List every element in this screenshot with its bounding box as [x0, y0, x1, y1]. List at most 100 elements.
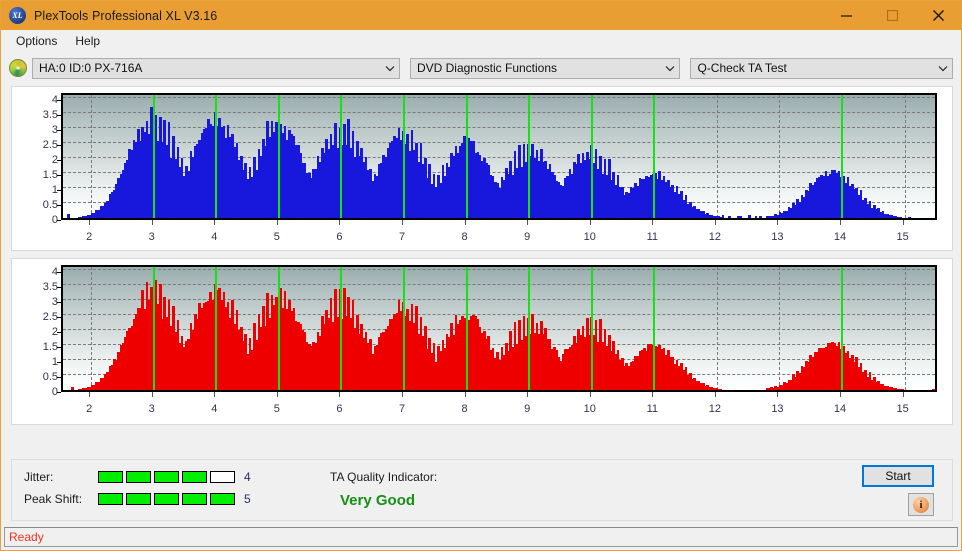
x-axis-tick [527, 220, 529, 225]
peak-shift-value: 5 [244, 492, 251, 506]
x-axis-tick [652, 220, 654, 225]
x-axis-tick-label: 6 [336, 231, 343, 243]
selector-toolbar: HA:0 ID:0 PX-716A DVD Diagnostic Functio… [1, 53, 961, 83]
chart-lower-y-axis: 0 0.5 1 1.5 2 2.5 3 3.5 4 [16, 265, 61, 398]
y-axis-tick-label: 1.5 [42, 169, 58, 182]
x-axis-tick [589, 392, 591, 397]
meter-segment [182, 493, 207, 505]
x-axis-tick-label: 9 [524, 403, 531, 415]
ta-quality-label: TA Quality Indicator: [330, 470, 438, 484]
chart-bar [739, 215, 742, 218]
chevron-down-icon [661, 65, 679, 72]
meter-segment [210, 493, 235, 505]
menu-item-options[interactable]: Options [7, 32, 66, 50]
meter-segment [98, 471, 123, 483]
window-title: PlexTools Professional XL V3.16 [34, 8, 218, 23]
minimize-icon[interactable] [823, 1, 869, 30]
marker-line [277, 267, 280, 390]
chart-lower-x-axis: 2 3 4 5 6 7 8 9 10 11 12 13 14 15 [61, 392, 937, 420]
x-axis-tick-label: 15 [896, 403, 909, 415]
maximize-icon[interactable] [869, 1, 915, 30]
test-select[interactable]: Q-Check TA Test [690, 57, 953, 79]
function-select[interactable]: DVD Diagnostic Functions [409, 57, 681, 79]
jitter-value: 4 [244, 470, 251, 484]
x-axis-tick-label: 7 [398, 231, 406, 243]
peak-shift-label: Peak Shift: [24, 492, 83, 506]
x-axis-tick-label: 9 [524, 231, 531, 243]
menu-item-help[interactable]: Help [66, 32, 109, 50]
peak-shift-meter [98, 493, 235, 505]
x-axis-tick-label: 13 [771, 403, 784, 415]
chart-bar [899, 216, 902, 218]
status-bar: Ready [4, 527, 958, 547]
x-axis-tick [339, 392, 341, 397]
x-axis-tick-label: 10 [583, 403, 596, 415]
meter-segment [126, 471, 151, 483]
marker-line [340, 95, 343, 218]
start-button[interactable]: Start [862, 465, 934, 487]
marker-line [841, 267, 843, 390]
marker-line [841, 95, 843, 218]
title-bar: XL PlexTools Professional XL V3.16 [1, 1, 961, 30]
marker-line [590, 267, 593, 390]
close-icon[interactable] [915, 1, 961, 30]
meter-segment [210, 471, 235, 483]
chart-upper-plot-wrap [61, 93, 937, 220]
x-axis-tick [89, 220, 91, 225]
chart-bar [936, 388, 937, 390]
chart-bars [63, 95, 935, 218]
x-axis-tick-label: 14 [833, 403, 847, 415]
drive-select[interactable]: HA:0 ID:0 PX-716A [32, 57, 400, 79]
x-axis-tick [402, 220, 403, 225]
marker-line [215, 95, 218, 218]
test-select-value: Q-Check TA Test [697, 61, 787, 75]
info-icon: i [913, 496, 929, 513]
y-axis-tick-label: 2.5 [42, 311, 58, 324]
chevron-down-icon [381, 65, 399, 72]
y-axis-tick-label: 1.5 [42, 341, 58, 354]
x-axis-tick-label: 10 [583, 231, 596, 243]
chart-bar [71, 387, 74, 390]
chart-bars [63, 267, 935, 390]
ta-quality-value: Very Good [340, 492, 416, 509]
x-axis-tick [464, 392, 466, 397]
xl-logo-icon: XL [9, 7, 26, 24]
x-axis-tick [840, 392, 841, 397]
x-axis-tick [652, 392, 654, 397]
x-axis-tick [527, 392, 529, 397]
chart-bar [67, 214, 70, 218]
marker-line [340, 267, 343, 390]
x-axis-tick-label: 2 [86, 403, 93, 415]
x-axis-tick [840, 220, 841, 225]
application-window: XL PlexTools Professional XL V3.16 Optio… [0, 0, 962, 551]
x-axis-tick-label: 12 [708, 403, 721, 415]
x-axis-tick [151, 392, 153, 397]
chart-lower-plot-wrap [61, 265, 937, 392]
meter-segment [154, 471, 179, 483]
x-axis-tick [276, 392, 278, 397]
chart-upper-plot [61, 93, 937, 220]
jitter-label: Jitter: [24, 470, 54, 484]
x-axis-tick [464, 220, 466, 225]
x-axis-tick-label: 5 [273, 403, 280, 415]
chart-bar [754, 216, 758, 218]
chart-panel-lower: 0 0.5 1 1.5 2 2.5 3 3.5 4 2 3 4 5 6 7 8 9 10 11 12 13 14 15 [11, 258, 953, 425]
chart-bar [907, 216, 911, 218]
x-axis-tick [589, 220, 591, 225]
x-axis-tick-label: 14 [833, 231, 847, 243]
x-axis-tick-label: 13 [771, 231, 784, 243]
y-axis-tick-label: 0.5 [42, 199, 58, 212]
x-axis-tick [714, 220, 716, 225]
window-controls [823, 1, 961, 30]
meter-segment [98, 493, 123, 505]
x-axis-tick [902, 220, 904, 225]
x-axis-tick [151, 220, 153, 225]
ta-quality-block: TA Quality Indicator: Very Good [330, 470, 437, 509]
marker-line [152, 267, 155, 390]
charts-container: 0 0.5 1 1.5 2 2.5 3 3.5 4 2 3 4 5 6 7 8 9 10 11 12 13 14 15 0… [1, 86, 961, 425]
disc-icon [9, 59, 27, 77]
info-button[interactable]: i [908, 493, 934, 516]
marker-line [215, 267, 218, 390]
x-axis-tick-label: 3 [148, 231, 155, 243]
x-axis-tick [777, 392, 779, 397]
